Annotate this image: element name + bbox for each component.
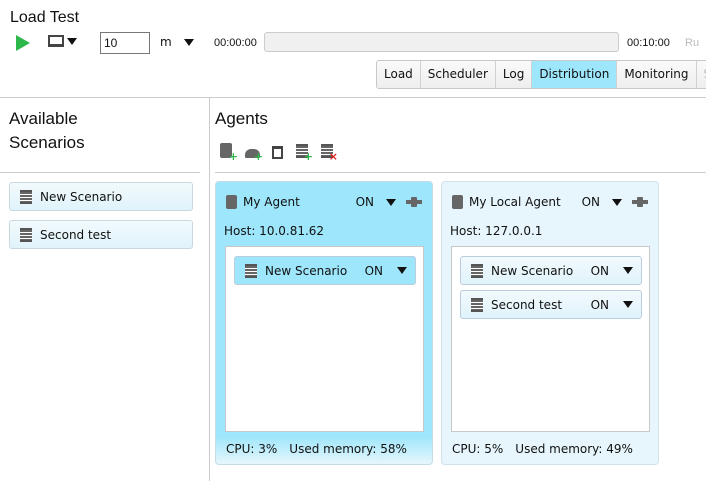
chevron-down-icon[interactable]: [397, 267, 407, 274]
tab-scheduler[interactable]: Scheduler: [420, 61, 496, 88]
scenario-icon: [245, 263, 257, 278]
time-end: 00:10:00: [627, 37, 670, 49]
agent-memory: Used memory: 58%: [289, 442, 407, 456]
scenario-icon: [471, 263, 483, 278]
tab-load[interactable]: Load: [377, 61, 421, 88]
agent-name: My Local Agent: [469, 195, 561, 209]
divider: [0, 97, 706, 98]
remove-scenario-icon[interactable]: ×: [320, 143, 338, 162]
scenario-label: New Scenario: [491, 263, 574, 278]
agent-cpu: CPU: 3%: [226, 442, 278, 456]
chevron-down-icon[interactable]: [623, 267, 633, 274]
scenario-icon: [20, 189, 32, 204]
add-cloud-agent-icon[interactable]: +: [245, 143, 263, 162]
agent-scenario-row[interactable]: New Scenario ON: [234, 256, 416, 285]
scenarios-title-line1: Available: [9, 109, 78, 128]
chevron-down-icon: [183, 38, 194, 46]
duration-input[interactable]: 10: [100, 32, 150, 54]
tab-scripts[interactable]: Scri: [696, 61, 706, 88]
scenario-item[interactable]: New Scenario: [9, 182, 193, 211]
plug-icon[interactable]: [632, 197, 648, 207]
scenario-item[interactable]: Second test: [9, 220, 193, 249]
agents-title: Agents: [215, 109, 268, 128]
time-start: 00:00:00: [214, 37, 257, 49]
agent-name: My Agent: [243, 195, 300, 209]
agent-memory: Used memory: 49%: [515, 442, 633, 456]
agent-state[interactable]: ON: [356, 195, 374, 209]
scenario-label: Second test: [40, 227, 112, 242]
scenario-icon: [20, 227, 32, 242]
server-icon: [452, 195, 463, 209]
chevron-down-icon[interactable]: [623, 301, 633, 308]
add-agent-icon[interactable]: +: [220, 143, 238, 162]
agent-host: Host: 10.0.81.62: [224, 224, 325, 238]
agent-scenario-row[interactable]: New Scenario ON: [460, 256, 642, 285]
scenario-label: New Scenario: [40, 189, 123, 204]
scenario-icon: [471, 297, 483, 312]
scenario-state[interactable]: ON: [591, 298, 609, 312]
scenario-state[interactable]: ON: [365, 264, 383, 278]
agent-scenario-row[interactable]: Second test ON: [460, 290, 642, 319]
panel-divider: [209, 97, 210, 481]
agent-scenario-list: New Scenario ON Second test ON: [451, 246, 650, 432]
tab-log[interactable]: Log: [495, 61, 533, 88]
play-icon[interactable]: [16, 35, 30, 51]
trash-icon[interactable]: [270, 143, 286, 160]
agents-toolbar: + + + ×: [220, 143, 338, 162]
scenarios-title-line2: Scenarios: [9, 133, 85, 152]
agent-card[interactable]: My Local Agent ON Host: 127.0.0.1 New Sc…: [441, 181, 659, 465]
agent-state[interactable]: ON: [582, 195, 600, 209]
scenario-label: New Scenario: [265, 263, 348, 278]
tab-distribution[interactable]: Distribution: [532, 61, 618, 88]
agent-cpu: CPU: 5%: [452, 442, 504, 456]
monitor-icon: [48, 35, 64, 47]
agent-host: Host: 127.0.0.1: [450, 224, 543, 238]
agent-scenario-list: New Scenario ON: [225, 246, 424, 432]
divider: [215, 172, 706, 173]
chevron-down-icon[interactable]: [386, 198, 396, 206]
tab-bar: Load Scheduler Log Distribution Monitori…: [376, 60, 706, 89]
divider: [0, 172, 200, 173]
plug-icon[interactable]: [406, 197, 422, 207]
progress-bar: [264, 32, 619, 52]
agent-card[interactable]: My Agent ON Host: 10.0.81.62 New Scenari…: [215, 181, 433, 465]
run-label: Ru: [685, 37, 700, 49]
scenario-label: Second test: [491, 297, 563, 312]
unit-label: m: [160, 35, 172, 49]
chevron-down-icon: [67, 37, 77, 45]
chevron-down-icon[interactable]: [612, 198, 622, 206]
page-title: Load Test: [10, 9, 80, 26]
scenario-state[interactable]: ON: [591, 264, 609, 278]
tab-monitoring[interactable]: Monitoring: [617, 61, 697, 88]
monitor-dropdown[interactable]: [48, 35, 77, 47]
unit-select[interactable]: m: [160, 35, 194, 49]
server-icon: [226, 195, 237, 209]
add-scenario-icon[interactable]: +: [295, 143, 313, 162]
scenarios-title: Available Scenarios: [9, 107, 85, 155]
